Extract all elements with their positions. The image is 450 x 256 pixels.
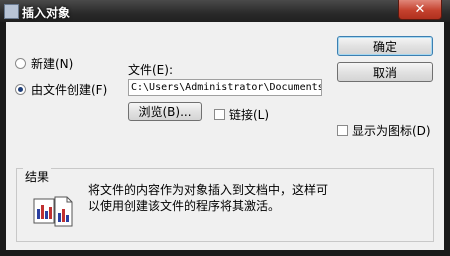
- radio-new-label: 新建(N): [31, 57, 74, 71]
- cancel-button-label: 取消: [372, 65, 397, 80]
- display-as-icon-label: 显示为图标(D): [352, 124, 431, 138]
- result-description: 将文件的内容作为对象插入到文档中，这样可以使用创建该文件的程序将其激活。: [88, 183, 329, 213]
- browse-button[interactable]: 浏览(B)...: [128, 102, 202, 121]
- link-checkbox-label: 链接(L): [229, 108, 270, 122]
- file-path-input[interactable]: C:\Users\Administrator\Documents: [128, 79, 322, 96]
- window-icon: [4, 4, 19, 19]
- embedded-document-icon: [33, 196, 73, 227]
- link-checkbox[interactable]: 链接(L): [214, 106, 269, 123]
- ok-button-label: 确定: [372, 39, 397, 54]
- title-bar: 插入对象 ✕: [0, 0, 450, 22]
- result-group: 结果 将文件的内容作为对象插入到文档中，这样可以使用创建该文件的程序将其激活。: [16, 168, 434, 242]
- dialog-client: 新建(N) 由文件创建(F) 文件(E): C:\Users\Administr…: [6, 22, 444, 250]
- radio-from-file-indicator[interactable]: [15, 84, 26, 95]
- ok-button[interactable]: 确定: [337, 36, 433, 56]
- file-label: 文件(E):: [128, 63, 173, 77]
- radio-from-file[interactable]: 由文件创建(F): [15, 81, 107, 98]
- browse-button-label: 浏览(B)...: [138, 105, 192, 119]
- close-icon: ✕: [414, 2, 426, 17]
- radio-from-file-label: 由文件创建(F): [31, 83, 108, 97]
- display-as-icon-checkbox[interactable]: 显示为图标(D): [337, 122, 431, 139]
- window-title: 插入对象: [22, 6, 71, 20]
- display-as-icon-box[interactable]: [337, 125, 348, 136]
- radio-new[interactable]: 新建(N): [15, 55, 73, 72]
- link-checkbox-box[interactable]: [214, 109, 225, 120]
- result-legend: 结果: [23, 168, 52, 185]
- cancel-button[interactable]: 取消: [337, 62, 433, 82]
- radio-new-indicator[interactable]: [15, 58, 26, 69]
- close-button[interactable]: ✕: [398, 0, 442, 20]
